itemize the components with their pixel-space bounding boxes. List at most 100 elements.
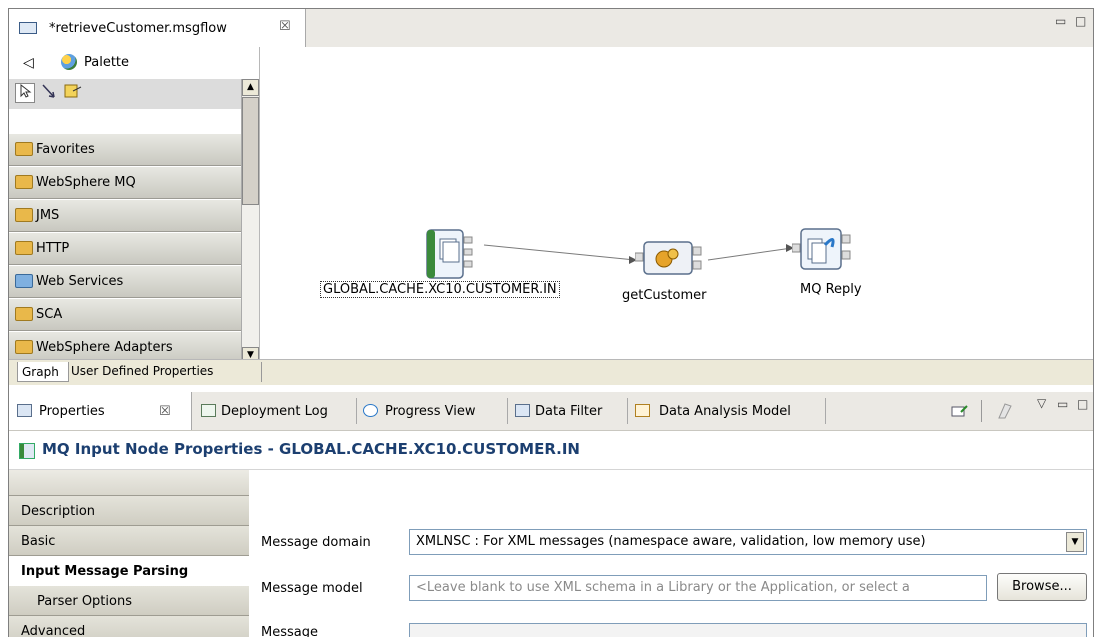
flow-connections (483, 244, 794, 264)
tab-graph[interactable]: Graph (17, 362, 69, 382)
data-analysis-icon (635, 404, 650, 417)
node-label-mq-input[interactable]: GLOBAL.CACHE.XC10.CUSTOMER.IN (320, 281, 560, 298)
message-domain-select[interactable]: XMLNSC : For XML messages (namespace awa… (409, 529, 1087, 555)
scrollbar-thumb[interactable] (242, 97, 259, 205)
drawer-label: Favorites (36, 142, 95, 157)
browse-button[interactable]: Browse... (997, 573, 1087, 601)
drawer-label: SCA (36, 307, 63, 322)
connection-line[interactable] (707, 247, 793, 261)
editor-page-tabs: Graph User Defined Properties (9, 359, 1093, 385)
views-tab-bar: Properties ☒ Deployment Log Progress Vie… (9, 392, 1093, 431)
connection-tool-icon[interactable] (39, 83, 59, 103)
minimize-icon[interactable]: ▭ (1057, 397, 1068, 411)
node-label-get-customer[interactable]: getCustomer (622, 288, 707, 303)
chevron-down-icon[interactable]: ▼ (1066, 532, 1084, 552)
palette-icon (61, 54, 77, 70)
flow-canvas[interactable]: GLOBAL.CACHE.XC10.CUSTOMER.IN getCustome… (260, 47, 1093, 367)
drawer-label: WebSphere Adapters (36, 340, 173, 355)
view-menu-icon[interactable]: ▽ (1037, 396, 1046, 410)
web-services-icon (15, 274, 33, 288)
editor-tab-msgflow[interactable]: *retrieveCustomer.msgflow ☒ (9, 9, 306, 47)
msgflow-file-icon (19, 22, 37, 34)
scroll-up-icon[interactable]: ▲ (242, 79, 259, 96)
tab-divider (627, 398, 628, 424)
flow-node-mq-reply[interactable] (791, 227, 882, 273)
message-domain-value: XMLNSC : For XML messages (namespace awa… (416, 534, 926, 549)
editor-tab-bar: *retrieveCustomer.msgflow ☒ ▭ □ (9, 9, 1093, 48)
palette-drawer-sca[interactable]: SCA (9, 298, 241, 331)
drawer-label: HTTP (36, 241, 70, 256)
selection-tool-icon[interactable] (15, 83, 35, 103)
palette-drawer-http[interactable]: HTTP (9, 232, 241, 265)
message-model-label: Message model (261, 581, 363, 596)
http-folder-icon (15, 241, 33, 255)
message-field[interactable] (409, 623, 1087, 637)
close-icon[interactable]: ☒ (279, 19, 291, 34)
palette-drawer-jms[interactable]: JMS (9, 199, 241, 232)
tab-deployment-log[interactable]: Deployment Log (197, 392, 355, 430)
minimize-icon[interactable]: ▭ (1055, 14, 1066, 28)
jms-folder-icon (15, 208, 33, 222)
properties-header: MQ Input Node Properties - GLOBAL.CACHE.… (9, 431, 1093, 470)
nav-tab-input-message-parsing[interactable]: Input Message Parsing (9, 556, 249, 586)
palette-drawer-web-services[interactable]: Web Services (9, 265, 241, 298)
flow-node-mq-input[interactable] (426, 229, 486, 279)
close-icon[interactable]: ☒ (159, 404, 171, 419)
tab-data-filter[interactable]: Data Filter (511, 392, 629, 430)
tab-label: Deployment Log (221, 404, 328, 419)
toolbar-divider (981, 400, 982, 422)
tab-label: Properties (39, 404, 105, 419)
progress-icon (363, 404, 378, 417)
main-window: *retrieveCustomer.msgflow ☒ ▭ □ ◁ Palett… (8, 8, 1094, 637)
drawer-label: Web Services (36, 274, 124, 289)
page-title: MQ Input Node Properties - GLOBAL.CACHE.… (42, 440, 580, 458)
palette-toolbar (9, 79, 241, 109)
tab-progress-view[interactable]: Progress View (359, 392, 509, 430)
connection-line[interactable] (483, 244, 636, 261)
palette-panel: ◁ Palette Favorites WebSphere MQ JMS HTT… (9, 47, 260, 367)
nav-spacer (9, 470, 249, 496)
nav-tab-basic[interactable]: Basic (9, 526, 249, 556)
marquee-tool-icon[interactable] (63, 83, 83, 103)
tab-user-defined-properties[interactable]: User Defined Properties (71, 364, 213, 378)
palette-drawer-favorites[interactable]: Favorites (9, 133, 241, 166)
compute-gears-icon (634, 241, 702, 275)
tab-divider (507, 398, 508, 424)
tab-divider (825, 398, 826, 424)
flow-node-get-customer[interactable] (634, 241, 715, 277)
drawer-label: WebSphere MQ (36, 175, 136, 190)
nav-tab-parser-options[interactable]: Parser Options (9, 586, 249, 616)
clear-icon[interactable] (995, 402, 1013, 420)
palette-scrollbar[interactable]: ▲ ▼ (241, 79, 259, 367)
collapse-palette-icon[interactable]: ◁ (23, 55, 34, 71)
message-domain-label: Message domain (261, 535, 371, 550)
mq-reply-icon (791, 228, 851, 270)
message-model-field[interactable]: <Leave blank to use XML schema in a Libr… (409, 575, 987, 601)
node-label-mq-reply[interactable]: MQ Reply (800, 282, 862, 297)
deployment-log-icon (201, 404, 216, 417)
mq-input-icon (426, 229, 473, 279)
tab-label: Data Analysis Model (659, 404, 791, 419)
sca-folder-icon (15, 307, 33, 321)
adapters-folder-icon (15, 340, 33, 354)
editor-tab-label: *retrieveCustomer.msgflow (49, 21, 227, 36)
maximize-icon[interactable]: □ (1075, 14, 1086, 28)
tab-label: Data Filter (535, 404, 603, 419)
pin-view-icon[interactable] (951, 404, 969, 418)
tab-divider (261, 362, 262, 382)
palette-title: Palette (84, 55, 130, 70)
tab-properties[interactable]: Properties ☒ (9, 392, 192, 430)
nav-tab-description[interactable]: Description (9, 496, 249, 526)
tab-data-analysis-model[interactable]: Data Analysis Model (631, 392, 826, 430)
mq-input-node-icon (19, 443, 35, 459)
message-label: Message (261, 625, 318, 637)
drawer-label: JMS (36, 208, 60, 223)
properties-nav: Description Basic Input Message Parsing … (9, 470, 249, 637)
properties-icon (17, 404, 32, 417)
data-filter-icon (515, 404, 530, 417)
maximize-icon[interactable]: □ (1077, 397, 1088, 411)
palette-drawer-websphere-mq[interactable]: WebSphere MQ (9, 166, 241, 199)
palette-header: ◁ Palette (9, 47, 259, 79)
favorites-folder-icon (15, 142, 33, 156)
nav-tab-advanced[interactable]: Advanced (9, 616, 249, 637)
